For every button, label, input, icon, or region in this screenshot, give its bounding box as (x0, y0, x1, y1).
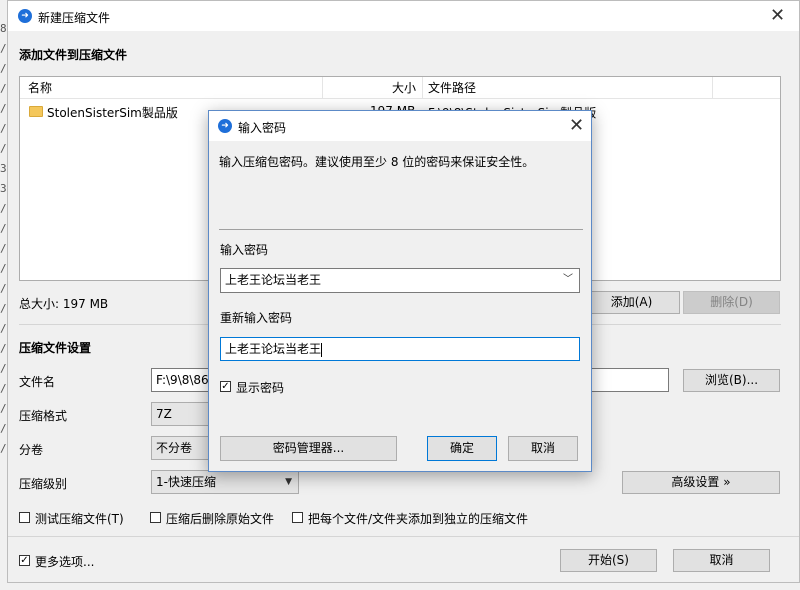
ok-button[interactable]: 确定 (427, 436, 497, 461)
cancel-button[interactable]: 取消 (673, 549, 770, 572)
file-name: StolenSisterSim製品版 (47, 106, 178, 120)
level-select[interactable]: 1-快速压缩 ▼ (151, 470, 299, 494)
more-options-label: 更多选项... (35, 555, 95, 569)
edge-char: / (0, 362, 7, 375)
edge-char: / (0, 282, 7, 295)
edge-char: / (0, 222, 7, 235)
edge-char: / (0, 242, 7, 255)
chevron-down-icon[interactable]: ﹀ (563, 269, 573, 291)
level-value: 1-快速压缩 (156, 475, 216, 489)
confirm-password-value: 上老王论坛当老王 (225, 342, 322, 356)
edge-char: / (0, 262, 7, 275)
dialog-title: 输入密码 (238, 121, 287, 135)
edge-char: / (0, 342, 7, 355)
password-value: 上老王论坛当老王 (225, 273, 322, 287)
edge-char: / (0, 422, 7, 435)
app-logo-icon: ➜ (18, 9, 32, 23)
edge-char: / (0, 402, 7, 415)
section-archive-settings: 压缩文件设置 (19, 341, 92, 355)
text-cursor (321, 342, 323, 357)
total-size: 总大小: 197 MB (19, 297, 109, 311)
checkbox[interactable] (150, 512, 161, 523)
edge-char: / (0, 202, 7, 215)
checkbox-checked[interactable]: ✓ (19, 555, 30, 566)
background-window-edge: 8 / / / / / / 3 3 / / / / / / / / / / / / / (0, 22, 7, 462)
option-label: 压缩后删除原始文件 (166, 512, 275, 526)
edge-char: / (0, 122, 7, 135)
password-manager-button[interactable]: 密码管理器... (220, 436, 397, 461)
dialog-cancel-button[interactable]: 取消 (508, 436, 578, 461)
format-value: 7Z (156, 407, 172, 421)
checkbox-checked[interactable]: ✓ (220, 381, 231, 392)
edge-char: / (0, 42, 7, 55)
dialog-title-bar: ➜ 输入密码 ✕ (209, 111, 591, 141)
add-button[interactable]: 添加(A) (583, 291, 680, 314)
dialog-description: 输入压缩包密码。建议使用至少 8 位的密码来保证安全性。 (219, 155, 535, 169)
split-value: 不分卷 (156, 441, 193, 455)
app-logo-icon: ➜ (218, 119, 232, 133)
edge-char: 3 (0, 162, 7, 175)
edge-char: / (0, 62, 7, 75)
delete-button[interactable]: 删除(D) (683, 291, 780, 314)
edge-char-list: 8 / / / / / / 3 3 / / / / / / / / / / / / / (0, 22, 7, 462)
confirm-password-input[interactable]: 上老王论坛当老王 (220, 337, 580, 361)
filename-label: 文件名 (19, 375, 56, 389)
edge-char: / (0, 142, 7, 155)
column-separator (422, 77, 423, 99)
column-separator (712, 77, 713, 99)
close-icon[interactable]: ✕ (569, 117, 584, 135)
title-bar: ➜ 新建压缩文件 ✕ (8, 1, 799, 31)
window-title: 新建压缩文件 (38, 11, 111, 25)
edge-char: / (0, 302, 7, 315)
section-add-files: 添加文件到压缩文件 (19, 48, 128, 62)
option-label: 把每个文件/文件夹添加到独立的压缩文件 (308, 512, 529, 526)
browse-button[interactable]: 浏览(B)... (683, 369, 780, 392)
level-label: 压缩级别 (19, 477, 68, 491)
file-list-header: 名称 大小 文件路径 (20, 77, 780, 99)
password-input[interactable]: 上老王论坛当老王 ﹀ (220, 268, 580, 293)
chevron-down-icon: ▼ (285, 477, 292, 487)
column-path[interactable]: 文件路径 (428, 77, 476, 99)
close-icon[interactable]: ✕ (770, 7, 785, 25)
confirm-password-label: 重新输入密码 (220, 311, 293, 325)
checkbox[interactable] (292, 512, 303, 523)
advanced-settings-button[interactable]: 高级设置 » (622, 471, 780, 494)
edge-char: 8 (0, 22, 7, 35)
split-label: 分卷 (19, 443, 44, 457)
edge-char: / (0, 322, 7, 335)
edge-char: / (0, 442, 7, 455)
show-password-label: 显示密码 (236, 381, 285, 395)
password-dialog: ➜ 输入密码 ✕ 输入压缩包密码。建议使用至少 8 位的密码来保证安全性。 输入… (208, 110, 592, 472)
edge-char: / (0, 102, 7, 115)
option-label: 测试压缩文件(T) (35, 512, 124, 526)
folder-icon (29, 106, 43, 117)
edge-char: / (0, 82, 7, 95)
column-name[interactable]: 名称 (28, 77, 52, 99)
password-label: 输入密码 (220, 243, 269, 257)
edge-char: / (0, 382, 7, 395)
divider (8, 536, 799, 537)
column-separator (322, 77, 323, 99)
format-label: 压缩格式 (19, 409, 68, 423)
start-button[interactable]: 开始(S) (560, 549, 657, 572)
column-size[interactable]: 大小 (392, 77, 416, 99)
edge-char: 3 (0, 182, 7, 195)
divider (219, 229, 583, 230)
checkbox[interactable] (19, 512, 30, 523)
